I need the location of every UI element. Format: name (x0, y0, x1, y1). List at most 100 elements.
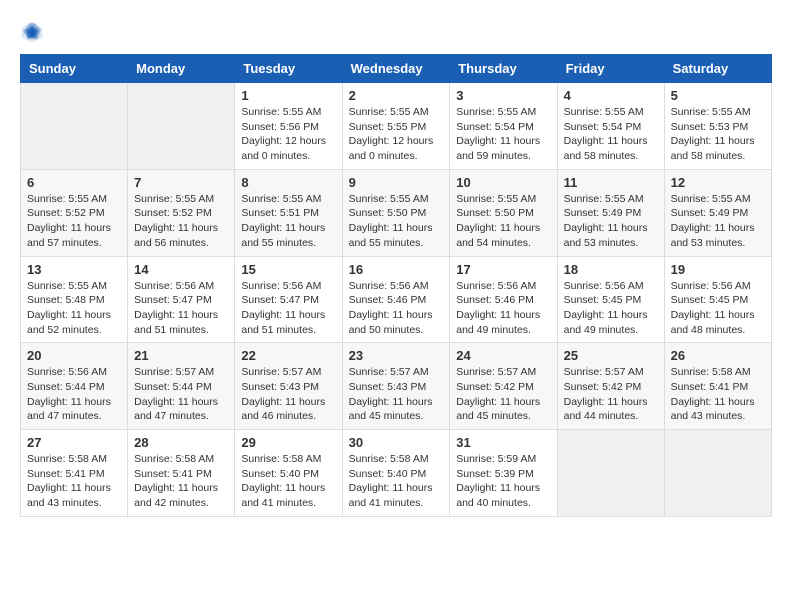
calendar-day-cell: 28 Sunrise: 5:58 AM Sunset: 5:41 PM Dayli… (128, 430, 235, 517)
day-of-week-header: Tuesday (235, 55, 342, 83)
day-info: Sunrise: 5:55 AM Sunset: 5:48 PM Dayligh… (27, 279, 121, 338)
calendar-day-cell: 30 Sunrise: 5:58 AM Sunset: 5:40 PM Dayli… (342, 430, 450, 517)
day-number: 11 (564, 175, 658, 190)
calendar-day-cell: 2 Sunrise: 5:55 AM Sunset: 5:55 PM Daylig… (342, 83, 450, 170)
calendar-day-cell: 3 Sunrise: 5:55 AM Sunset: 5:54 PM Daylig… (450, 83, 557, 170)
calendar-day-cell: 31Sunrise: 5:59 AM Sunset: 5:39 PM Dayli… (450, 430, 557, 517)
day-info: Sunrise: 5:57 AM Sunset: 5:42 PM Dayligh… (456, 365, 550, 424)
calendar-day-cell: 14Sunrise: 5:56 AM Sunset: 5:47 PM Dayli… (128, 256, 235, 343)
day-info: Sunrise: 5:57 AM Sunset: 5:43 PM Dayligh… (349, 365, 444, 424)
day-info: Sunrise: 5:56 AM Sunset: 5:46 PM Dayligh… (349, 279, 444, 338)
calendar-day-cell: 29 Sunrise: 5:58 AM Sunset: 5:40 PM Dayli… (235, 430, 342, 517)
day-number: 13 (27, 262, 121, 277)
day-number: 19 (671, 262, 765, 277)
day-number: 24 (456, 348, 550, 363)
day-info: Sunrise: 5:55 AM Sunset: 5:52 PM Dayligh… (27, 192, 121, 251)
day-info: Sunrise: 5:55 AM Sunset: 5:51 PM Dayligh… (241, 192, 335, 251)
day-info: Sunrise: 5:57 AM Sunset: 5:43 PM Dayligh… (241, 365, 335, 424)
page-header (20, 20, 772, 44)
day-info: Sunrise: 5:58 AM Sunset: 5:40 PM Dayligh… (349, 452, 444, 511)
day-number: 2 (349, 88, 444, 103)
day-number: 28 (134, 435, 228, 450)
day-info: Sunrise: 5:58 AM Sunset: 5:41 PM Dayligh… (134, 452, 228, 511)
calendar-day-cell (128, 83, 235, 170)
calendar-day-cell: 16 Sunrise: 5:56 AM Sunset: 5:46 PM Dayli… (342, 256, 450, 343)
day-info: Sunrise: 5:55 AM Sunset: 5:56 PM Dayligh… (241, 105, 335, 164)
calendar-day-cell (21, 83, 128, 170)
day-info: Sunrise: 5:58 AM Sunset: 5:41 PM Dayligh… (671, 365, 765, 424)
day-number: 31 (456, 435, 550, 450)
day-info: Sunrise: 5:55 AM Sunset: 5:54 PM Dayligh… (456, 105, 550, 164)
day-info: Sunrise: 5:56 AM Sunset: 5:46 PM Dayligh… (456, 279, 550, 338)
calendar-day-cell: 9Sunrise: 5:55 AM Sunset: 5:50 PM Daylig… (342, 169, 450, 256)
day-info: Sunrise: 5:55 AM Sunset: 5:49 PM Dayligh… (671, 192, 765, 251)
day-number: 18 (564, 262, 658, 277)
day-of-week-header: Wednesday (342, 55, 450, 83)
day-number: 29 (241, 435, 335, 450)
day-number: 1 (241, 88, 335, 103)
calendar-day-cell: 6 Sunrise: 5:55 AM Sunset: 5:52 PM Daylig… (21, 169, 128, 256)
day-number: 22 (241, 348, 335, 363)
day-info: Sunrise: 5:58 AM Sunset: 5:41 PM Dayligh… (27, 452, 121, 511)
day-number: 14 (134, 262, 228, 277)
day-info: Sunrise: 5:55 AM Sunset: 5:54 PM Dayligh… (564, 105, 658, 164)
day-number: 12 (671, 175, 765, 190)
calendar-week-row: 27 Sunrise: 5:58 AM Sunset: 5:41 PM Dayli… (21, 430, 772, 517)
day-number: 3 (456, 88, 550, 103)
day-number: 8 (241, 175, 335, 190)
day-info: Sunrise: 5:56 AM Sunset: 5:45 PM Dayligh… (671, 279, 765, 338)
day-of-week-header: Sunday (21, 55, 128, 83)
calendar-day-cell: 12 Sunrise: 5:55 AM Sunset: 5:49 PM Dayli… (664, 169, 771, 256)
calendar-week-row: 13 Sunrise: 5:55 AM Sunset: 5:48 PM Dayli… (21, 256, 772, 343)
day-info: Sunrise: 5:56 AM Sunset: 5:45 PM Dayligh… (564, 279, 658, 338)
day-info: Sunrise: 5:55 AM Sunset: 5:53 PM Dayligh… (671, 105, 765, 164)
day-number: 21 (134, 348, 228, 363)
day-number: 7 (134, 175, 228, 190)
calendar-header-row: SundayMondayTuesdayWednesdayThursdayFrid… (21, 55, 772, 83)
day-number: 30 (349, 435, 444, 450)
calendar-day-cell: 27 Sunrise: 5:58 AM Sunset: 5:41 PM Dayli… (21, 430, 128, 517)
day-number: 26 (671, 348, 765, 363)
day-number: 17 (456, 262, 550, 277)
calendar-week-row: 1 Sunrise: 5:55 AM Sunset: 5:56 PM Daylig… (21, 83, 772, 170)
day-number: 10 (456, 175, 550, 190)
day-info: Sunrise: 5:55 AM Sunset: 5:52 PM Dayligh… (134, 192, 228, 251)
calendar-day-cell: 8 Sunrise: 5:55 AM Sunset: 5:51 PM Daylig… (235, 169, 342, 256)
day-number: 15 (241, 262, 335, 277)
day-info: Sunrise: 5:58 AM Sunset: 5:40 PM Dayligh… (241, 452, 335, 511)
calendar-day-cell: 20Sunrise: 5:56 AM Sunset: 5:44 PM Dayli… (21, 343, 128, 430)
day-number: 25 (564, 348, 658, 363)
day-info: Sunrise: 5:56 AM Sunset: 5:44 PM Dayligh… (27, 365, 121, 424)
day-of-week-header: Saturday (664, 55, 771, 83)
day-info: Sunrise: 5:55 AM Sunset: 5:49 PM Dayligh… (564, 192, 658, 251)
day-info: Sunrise: 5:55 AM Sunset: 5:50 PM Dayligh… (456, 192, 550, 251)
calendar-week-row: 20Sunrise: 5:56 AM Sunset: 5:44 PM Dayli… (21, 343, 772, 430)
day-number: 4 (564, 88, 658, 103)
day-number: 6 (27, 175, 121, 190)
calendar-day-cell (557, 430, 664, 517)
day-info: Sunrise: 5:55 AM Sunset: 5:55 PM Dayligh… (349, 105, 444, 164)
calendar-day-cell: 1 Sunrise: 5:55 AM Sunset: 5:56 PM Daylig… (235, 83, 342, 170)
day-info: Sunrise: 5:56 AM Sunset: 5:47 PM Dayligh… (241, 279, 335, 338)
calendar-day-cell: 13 Sunrise: 5:55 AM Sunset: 5:48 PM Dayli… (21, 256, 128, 343)
calendar-day-cell: 19 Sunrise: 5:56 AM Sunset: 5:45 PM Dayli… (664, 256, 771, 343)
calendar-day-cell: 22 Sunrise: 5:57 AM Sunset: 5:43 PM Dayli… (235, 343, 342, 430)
day-of-week-header: Monday (128, 55, 235, 83)
day-number: 16 (349, 262, 444, 277)
calendar-week-row: 6 Sunrise: 5:55 AM Sunset: 5:52 PM Daylig… (21, 169, 772, 256)
calendar-day-cell: 21Sunrise: 5:57 AM Sunset: 5:44 PM Dayli… (128, 343, 235, 430)
calendar-day-cell (664, 430, 771, 517)
calendar-day-cell: 25 Sunrise: 5:57 AM Sunset: 5:42 PM Dayli… (557, 343, 664, 430)
day-of-week-header: Friday (557, 55, 664, 83)
calendar-day-cell: 7 Sunrise: 5:55 AM Sunset: 5:52 PM Daylig… (128, 169, 235, 256)
calendar-table: SundayMondayTuesdayWednesdayThursdayFrid… (20, 54, 772, 517)
calendar-day-cell: 4 Sunrise: 5:55 AM Sunset: 5:54 PM Daylig… (557, 83, 664, 170)
calendar-day-cell: 26 Sunrise: 5:58 AM Sunset: 5:41 PM Dayli… (664, 343, 771, 430)
calendar-day-cell: 17 Sunrise: 5:56 AM Sunset: 5:46 PM Dayli… (450, 256, 557, 343)
day-number: 27 (27, 435, 121, 450)
calendar-day-cell: 10 Sunrise: 5:55 AM Sunset: 5:50 PM Dayli… (450, 169, 557, 256)
day-number: 9 (349, 175, 444, 190)
calendar-day-cell: 23Sunrise: 5:57 AM Sunset: 5:43 PM Dayli… (342, 343, 450, 430)
day-info: Sunrise: 5:57 AM Sunset: 5:42 PM Dayligh… (564, 365, 658, 424)
logo-icon (20, 20, 44, 44)
